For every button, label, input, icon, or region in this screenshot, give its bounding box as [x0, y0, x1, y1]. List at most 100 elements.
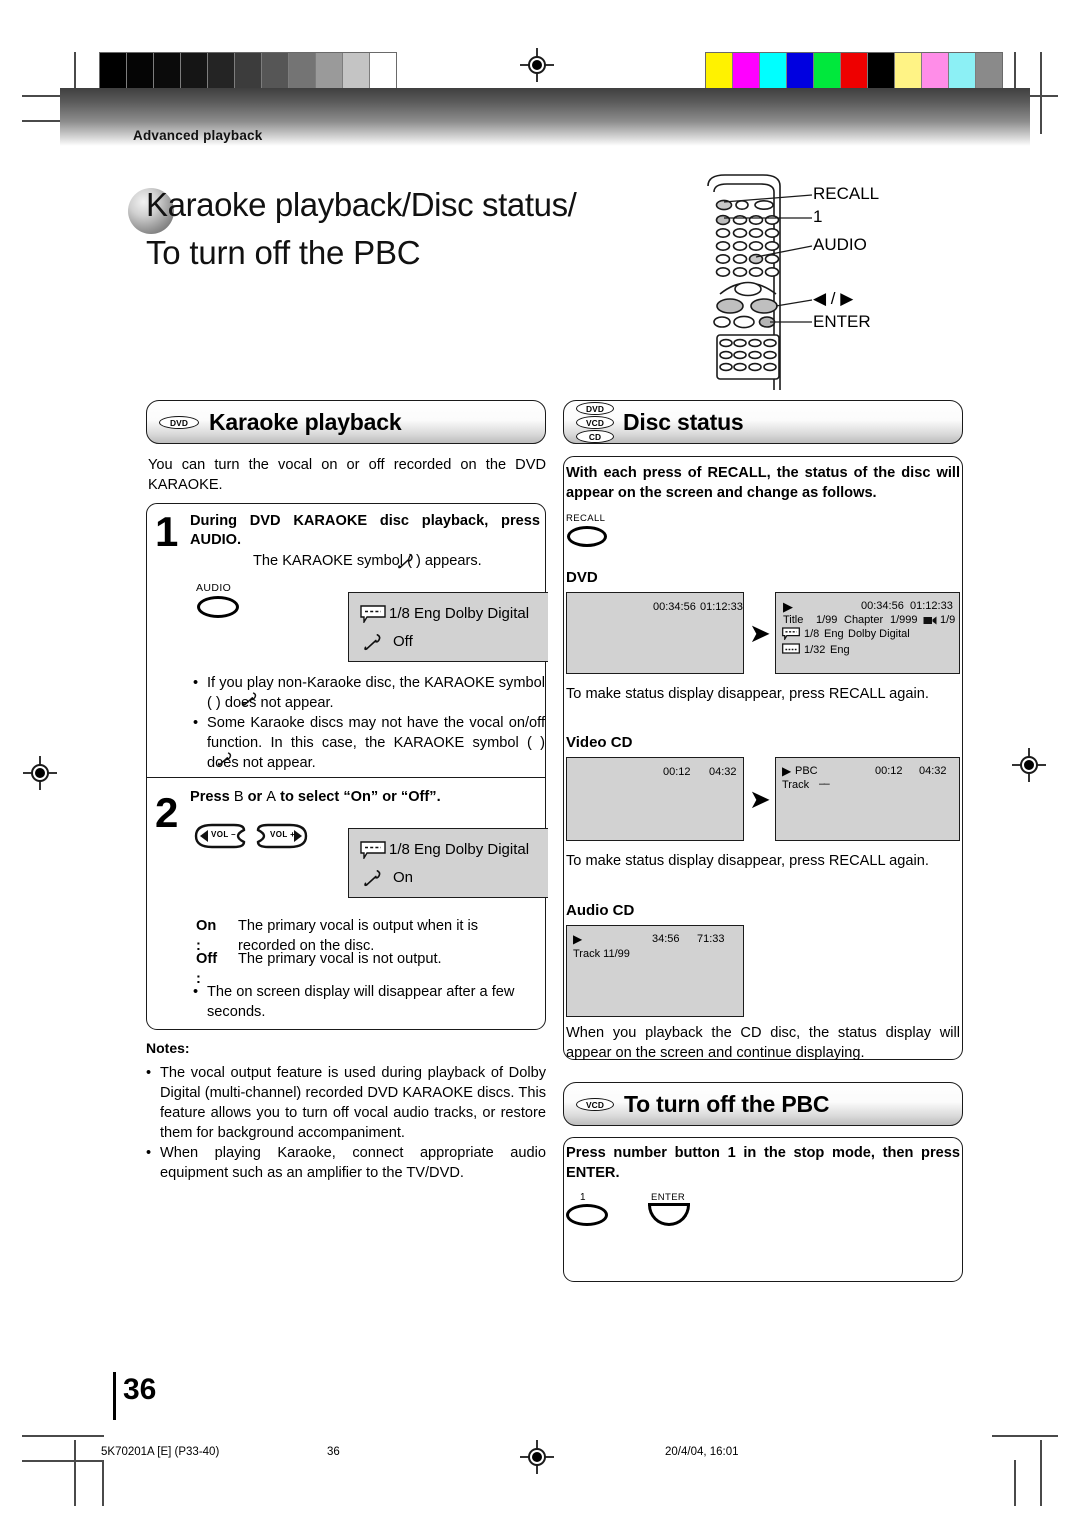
gray-swatch-8	[316, 53, 343, 89]
crop-mark-br-v2	[1040, 1440, 1042, 1506]
osd-dvd2-title-value: 1/99	[816, 614, 838, 626]
step-2-instruction: Press B or A to select “On” or “Off”.	[190, 787, 540, 807]
step-2-instr-tail: to select “On” or “Off”.	[280, 789, 441, 805]
osd-acd-total: 71:33	[697, 933, 725, 945]
recall-button-label: RECALL	[566, 513, 606, 524]
acd-after-text: When you playback the CD disc, the statu…	[566, 1025, 960, 1061]
osd-dvd2-subtitle-value: 1/32	[804, 644, 826, 656]
footer-job-code: 5K70201A [E] (P33-40)	[101, 1446, 220, 1458]
osd-dvd2-audio-format: Dolby Digital	[848, 628, 910, 640]
step-2-instr-right-glyph: A	[266, 789, 277, 805]
color-swatch-5	[841, 53, 868, 89]
audio-bubble-icon	[360, 605, 386, 623]
vol-plus-button-glyph[interactable]: VOL +	[252, 822, 310, 850]
osd-dvd2-chapter-value: 1/999	[890, 614, 918, 626]
audio-bubble-icon-osd2	[360, 841, 386, 859]
disc-status-intro: With each press of RECALL, the status of…	[566, 465, 960, 501]
section-heading-pbc: VCD To turn off the PBC	[563, 1082, 963, 1126]
osd-dvd2-angle-value: 1/9	[940, 614, 956, 626]
karaoke-microphone-icon-b2	[217, 752, 232, 766]
vol-minus-button-glyph[interactable]: VOL –	[192, 822, 250, 850]
color-calibration-strip	[705, 52, 1003, 90]
registration-mark-right	[1012, 748, 1046, 782]
karaoke-step-divider	[147, 777, 545, 779]
osd-dvd-screen2: ▶ 00:34:56 01:12:33 Title 1/99 Chapter 1…	[775, 592, 960, 674]
grayscale-calibration-strip	[99, 52, 397, 90]
step-1-number: 1	[155, 508, 179, 555]
footer-timestamp: 20/4/04, 16:01	[665, 1446, 739, 1458]
recall-button-glyph[interactable]	[567, 526, 607, 547]
gray-swatch-5	[235, 53, 262, 89]
step-2-instr-or: or	[247, 789, 263, 805]
osd-screen-step2: 1/8 Eng Dolby Digital On	[348, 828, 548, 898]
step-2-number: 2	[155, 789, 179, 836]
badge-dvd: DVD	[576, 401, 614, 415]
gray-swatch-0	[100, 53, 127, 89]
step-1-sub-text: The KARAOKE symbol ( ) appears.	[253, 553, 482, 569]
step-1-bullet-2: • Some Karaoke discs may not have the vo…	[193, 715, 545, 771]
note-1: • The vocal output feature is used durin…	[146, 1065, 546, 1141]
crop-mark-br-h	[992, 1435, 1058, 1437]
disc-label-video-cd: Video CD	[566, 734, 633, 751]
osd-acd-play-icon: ▶	[573, 932, 583, 946]
section-title-karaoke: Karaoke playback	[209, 408, 402, 435]
pbc-button-enter-label: ENTER	[651, 1192, 686, 1203]
gray-swatch-6	[262, 53, 289, 89]
osd-acd-screen1: ▶ 34:56 71:33 Track 11/99	[566, 925, 744, 1017]
badge-vcd: VCD	[576, 415, 614, 429]
osd-step1-line2: Off	[393, 633, 413, 650]
remote-control-illustration: RECALL 1 AUDIO ◀ / ▶ ENTER	[684, 172, 1034, 390]
osd-dvd2-audio-value: 1/8	[804, 628, 820, 640]
osd-vcd-screen1: 00:12 04:32	[566, 757, 744, 841]
step-1-bullet-2-text: Some Karaoke discs may not have the voca…	[207, 715, 545, 771]
pbc-button-1-glyph[interactable]	[566, 1204, 608, 1226]
dvd-after-text: To make status display disappear, press …	[566, 686, 929, 702]
notes-heading: Notes:	[146, 1040, 190, 1056]
osd-dvd1-elapsed: 00:34:56	[653, 601, 696, 613]
page-number: 36	[123, 1373, 157, 1406]
registration-mark-top	[520, 48, 554, 82]
section-heading-karaoke-playback: DVD Karaoke playback	[146, 400, 546, 444]
angle-camera-icon	[923, 616, 937, 625]
step-2-bullet: • The on screen display will disappear a…	[193, 982, 523, 1022]
osd-vcd2-track-value: ––	[819, 778, 830, 790]
remote-control-svg	[707, 174, 813, 390]
vol-minus-label: VOL –	[211, 830, 236, 839]
osd-vcd1-total: 04:32	[709, 766, 737, 778]
subtitle-icon-dvd	[782, 643, 800, 654]
color-swatch-2	[760, 53, 787, 89]
osd-step1-line1: 1/8 Eng Dolby Digital	[389, 605, 530, 622]
crop-mark-br-v	[1014, 1460, 1016, 1506]
gray-swatch-10	[370, 53, 396, 89]
gray-swatch-9	[343, 53, 370, 89]
audio-bubble-icon-dvd	[782, 627, 800, 640]
color-swatch-0	[706, 53, 733, 89]
osd-dvd-screen1: 00:34:56 01:12:33	[566, 592, 744, 674]
flow-arrow-vcd: ➤	[749, 784, 771, 814]
osd-dvd2-play-icon: ▶	[783, 599, 793, 614]
crop-mark-bl-v	[102, 1460, 104, 1506]
badge-vcd-pbc: VCD	[576, 1097, 614, 1111]
crop-mark-bl-h2	[22, 1460, 104, 1462]
color-swatch-6	[868, 53, 895, 89]
registration-mark-left	[23, 756, 57, 790]
color-swatch-10	[976, 53, 1002, 89]
remote-callout-enter: ENTER	[813, 312, 871, 331]
osd-vcd-screen2: ▶ PBC 00:12 04:32 Track ––	[775, 757, 960, 841]
disc-badge-group: DVD VCD CD	[576, 401, 614, 443]
osd-vcd2-mode: PBC	[795, 765, 818, 777]
disc-label-audio-cd: Audio CD	[566, 902, 635, 919]
registration-mark-bottom	[520, 1440, 554, 1474]
osd-dvd2-chapter-label: Chapter	[844, 614, 884, 626]
audio-button-label: AUDIO	[196, 582, 232, 594]
remote-callout-audio: AUDIO	[813, 235, 867, 254]
osd-dvd2-elapsed: 00:34:56	[861, 600, 904, 612]
crop-mark-bl-v2	[74, 1440, 76, 1506]
color-swatch-8	[922, 53, 949, 89]
note-1-text: The vocal output feature is used during …	[160, 1065, 546, 1141]
osd-acd-elapsed: 34:56	[652, 933, 680, 945]
karaoke-microphone-icon-osd1	[364, 634, 381, 651]
audio-button-glyph[interactable]	[197, 596, 239, 618]
osd-acd-track: Track 11/99	[573, 948, 630, 960]
gray-swatch-2	[154, 53, 181, 89]
